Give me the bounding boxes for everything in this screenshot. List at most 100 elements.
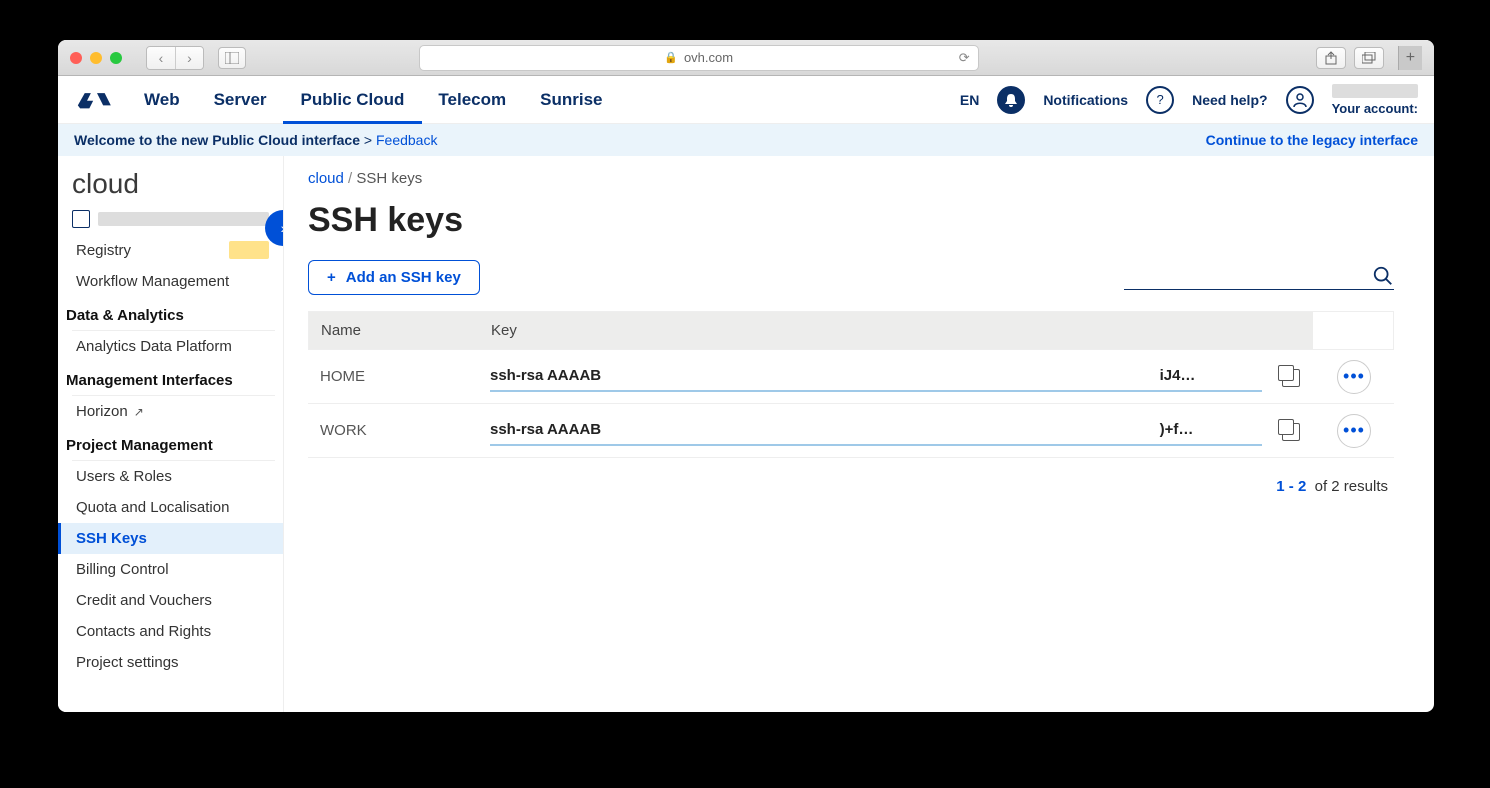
- browser-window: ‹ › 🔒 ovh.com ⟳ + Web Server Publ: [58, 40, 1434, 712]
- sidebar-item-workflow[interactable]: Workflow Management: [58, 266, 283, 297]
- sidebar-item-ssh-keys[interactable]: SSH Keys: [58, 523, 283, 554]
- sidebar-item-quota[interactable]: Quota and Localisation: [58, 492, 283, 523]
- beta-badge: [229, 241, 269, 259]
- sidebar-item-credit[interactable]: Credit and Vouchers: [58, 585, 283, 616]
- help-icon[interactable]: ?: [1146, 86, 1174, 114]
- notifications-label[interactable]: Notifications: [1043, 92, 1128, 108]
- account-icon[interactable]: [1286, 86, 1314, 114]
- add-button-label: Add an SSH key: [346, 269, 461, 286]
- ssh-keys-table: Name Key HOME ••• WORK: [308, 311, 1394, 458]
- nav-buttons: ‹ ›: [146, 46, 204, 70]
- breadcrumb: cloud / SSH keys: [308, 170, 1394, 187]
- tab-server[interactable]: Server: [214, 76, 267, 123]
- sidebar-item-billing[interactable]: Billing Control: [58, 554, 283, 585]
- sidebar-item-label: Quota and Localisation: [76, 499, 229, 516]
- sidebar-item-analytics[interactable]: Analytics Data Platform: [58, 331, 283, 362]
- col-actions: [1313, 312, 1393, 349]
- tab-web[interactable]: Web: [144, 76, 180, 123]
- window-controls: [70, 52, 122, 64]
- sidebar-item-label: SSH Keys: [76, 530, 147, 547]
- account-block[interactable]: Your account:: [1332, 84, 1418, 116]
- feedback-link[interactable]: Feedback: [376, 132, 437, 148]
- sidebar-section-mgmt: Management Interfaces: [58, 362, 283, 395]
- page-total-text: of 2 results: [1315, 478, 1388, 495]
- breadcrumb-root[interactable]: cloud: [308, 170, 344, 187]
- account-label: Your account:: [1332, 101, 1418, 116]
- col-name: Name: [309, 312, 479, 349]
- help-label[interactable]: Need help?: [1192, 92, 1267, 108]
- sidebar-item-registry[interactable]: Registry: [58, 234, 283, 266]
- external-link-icon: ↗: [134, 405, 144, 419]
- sidebar-item-label: Analytics Data Platform: [76, 338, 232, 355]
- tab-public-cloud[interactable]: Public Cloud: [301, 76, 405, 123]
- reload-icon[interactable]: ⟳: [959, 50, 970, 66]
- banner-text: Welcome to the new Public Cloud interfac…: [74, 132, 360, 148]
- row-actions-button[interactable]: •••: [1337, 360, 1371, 394]
- browser-titlebar: ‹ › 🔒 ovh.com ⟳ +: [58, 40, 1434, 76]
- sidebar-toggle[interactable]: [218, 47, 246, 69]
- table-row: HOME •••: [308, 350, 1394, 404]
- copy-icon[interactable]: [1282, 423, 1300, 441]
- banner-sep: >: [360, 132, 376, 148]
- toolbar: + Add an SSH key: [308, 260, 1394, 295]
- minimize-window[interactable]: [90, 52, 102, 64]
- sidebar-item-label: Project settings: [76, 654, 179, 671]
- tab-telecom[interactable]: Telecom: [438, 76, 506, 123]
- search-input[interactable]: [1124, 265, 1394, 290]
- back-button[interactable]: ‹: [147, 47, 175, 69]
- sidebar-item-label: Registry: [76, 242, 131, 259]
- project-selector[interactable]: [72, 210, 269, 228]
- account-name-redacted: [1332, 84, 1418, 98]
- sidebar-item-label: Horizon: [76, 403, 128, 420]
- lang-selector[interactable]: EN: [960, 92, 979, 108]
- sidebar-scroll[interactable]: Registry Workflow Management Data & Anal…: [58, 234, 283, 698]
- row-actions-button[interactable]: •••: [1337, 414, 1371, 448]
- share-icon[interactable]: [1316, 47, 1346, 69]
- sidebar-section-data: Data & Analytics: [58, 297, 283, 330]
- project-icon: [72, 210, 90, 228]
- sidebar-section-proj: Project Management: [58, 427, 283, 460]
- sidebar-item-project-settings[interactable]: Project settings: [58, 647, 283, 678]
- top-nav: Web Server Public Cloud Telecom Sunrise …: [58, 76, 1434, 124]
- sidebar: cloud › Registry Workflow Management Dat…: [58, 156, 284, 712]
- forward-button[interactable]: ›: [175, 47, 203, 69]
- key-name: WORK: [308, 422, 478, 439]
- main-inner: cloud / SSH keys SSH keys + Add an SSH k…: [284, 156, 1434, 495]
- url-host: ovh.com: [684, 50, 733, 65]
- sidebar-item-contacts[interactable]: Contacts and Rights: [58, 616, 283, 647]
- welcome-banner: Welcome to the new Public Cloud interfac…: [58, 124, 1434, 156]
- sidebar-item-label: Billing Control: [76, 561, 169, 578]
- top-nav-right: EN Notifications ? Need help? Your accou…: [960, 84, 1418, 116]
- ovh-logo[interactable]: [74, 87, 120, 113]
- table-row: WORK •••: [308, 404, 1394, 458]
- lock-icon: 🔒: [664, 51, 678, 64]
- key-name: HOME: [308, 368, 478, 385]
- key-value-input[interactable]: [490, 361, 1262, 392]
- new-tab-button[interactable]: +: [1398, 46, 1422, 70]
- page-title: SSH keys: [308, 201, 1394, 240]
- close-window[interactable]: [70, 52, 82, 64]
- maximize-window[interactable]: [110, 52, 122, 64]
- legacy-link[interactable]: Continue to the legacy interface: [1206, 132, 1418, 148]
- key-value-input[interactable]: [490, 415, 1262, 446]
- copy-icon[interactable]: [1282, 369, 1300, 387]
- tabs-icon[interactable]: [1354, 47, 1384, 69]
- main: cloud / SSH keys SSH keys + Add an SSH k…: [284, 156, 1434, 712]
- key-cell: [478, 415, 1314, 446]
- tab-sunrise[interactable]: Sunrise: [540, 76, 602, 123]
- titlebar-right: [1316, 47, 1384, 69]
- breadcrumb-current: SSH keys: [356, 170, 422, 187]
- plus-icon: +: [327, 269, 336, 286]
- sidebar-header: cloud: [58, 156, 283, 234]
- address-bar[interactable]: 🔒 ovh.com ⟳: [419, 45, 979, 71]
- body: cloud › Registry Workflow Management Dat…: [58, 156, 1434, 712]
- table-header: Name Key: [308, 311, 1394, 350]
- bell-icon[interactable]: [997, 86, 1025, 114]
- sidebar-item-users-roles[interactable]: Users & Roles: [58, 461, 283, 492]
- add-ssh-key-button[interactable]: + Add an SSH key: [308, 260, 480, 295]
- col-key: Key: [479, 312, 1313, 349]
- key-cell: [478, 361, 1314, 392]
- sidebar-item-horizon[interactable]: Horizon ↗: [58, 396, 283, 427]
- sidebar-item-label: Users & Roles: [76, 468, 172, 485]
- sidebar-item-label: Contacts and Rights: [76, 623, 211, 640]
